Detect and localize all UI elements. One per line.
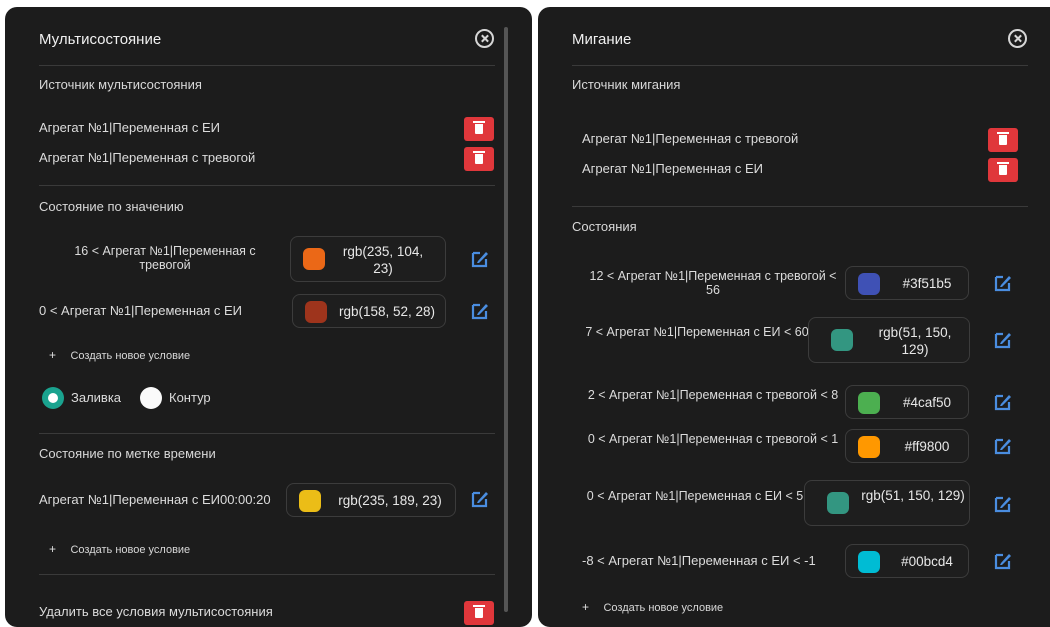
state-label: 0 < Агрегат №1|Переменная с тревогой < 1 bbox=[587, 432, 839, 446]
plus-icon: + bbox=[49, 542, 57, 556]
color-picker[interactable]: #3f51b5 bbox=[845, 266, 969, 300]
color-swatch bbox=[858, 273, 880, 295]
edit-icon[interactable] bbox=[993, 551, 1013, 571]
fill-label: Заливка bbox=[71, 390, 122, 405]
edit-icon[interactable] bbox=[993, 330, 1013, 350]
plus-icon: + bbox=[49, 348, 57, 362]
condition-label: 16 < Агрегат №1|Переменная с тревогой bbox=[74, 244, 256, 272]
color-swatch bbox=[827, 492, 849, 514]
edit-icon[interactable] bbox=[993, 273, 1013, 293]
color-picker[interactable]: rgb(158, 52, 28) bbox=[292, 294, 446, 328]
add-condition-label: Создать новое условие bbox=[70, 544, 191, 556]
color-value: rgb(51, 150, 129) bbox=[861, 488, 965, 503]
delete-source-button[interactable] bbox=[988, 128, 1018, 152]
color-value: #3f51b5 bbox=[902, 276, 952, 291]
section-title-by-value: Состояние по значению bbox=[39, 199, 184, 214]
delete-all-button[interactable] bbox=[464, 601, 494, 625]
state-label: 12 < Агрегат №1|Переменная с тревогой < … bbox=[589, 269, 837, 297]
color-value: #ff9800 bbox=[904, 439, 950, 454]
trash-icon bbox=[997, 132, 1009, 145]
trash-icon bbox=[473, 605, 485, 618]
color-picker[interactable]: rgb(51, 150, 129) bbox=[808, 317, 970, 363]
plus-icon: + bbox=[582, 600, 590, 614]
color-picker[interactable]: #ff9800 bbox=[845, 429, 969, 463]
color-picker[interactable]: rgb(235, 104, 23) bbox=[290, 236, 446, 282]
edit-icon[interactable] bbox=[993, 392, 1013, 412]
fill-radio[interactable] bbox=[42, 387, 64, 409]
add-condition-button[interactable]: + Создать новое условие bbox=[49, 346, 190, 364]
state-label: 2 < Агрегат №1|Переменная с тревогой < 8 bbox=[587, 388, 839, 402]
color-value: rgb(235, 189, 23) bbox=[338, 493, 442, 508]
color-swatch bbox=[858, 392, 880, 414]
panel-title: Мигание bbox=[572, 31, 632, 48]
color-swatch bbox=[305, 301, 327, 323]
state-label: 0 < Агрегат №1|Переменная с ЕИ < 5 bbox=[586, 489, 804, 503]
trash-icon bbox=[473, 151, 485, 164]
outline-radio[interactable] bbox=[140, 387, 162, 409]
divider bbox=[39, 65, 495, 66]
color-picker[interactable]: rgb(51, 150, 129) bbox=[804, 480, 970, 526]
source-item: Агрегат №1|Переменная с тревогой bbox=[39, 150, 256, 165]
color-swatch bbox=[858, 436, 880, 458]
close-icon[interactable] bbox=[1008, 29, 1027, 48]
color-swatch bbox=[303, 248, 325, 270]
color-value: rgb(51, 150, 129) bbox=[878, 325, 952, 357]
add-condition-button[interactable]: + Создать новое условие bbox=[49, 540, 190, 558]
add-condition-button[interactable]: + Создать новое условие bbox=[582, 598, 723, 616]
blink-panel: Мигание Источник мигания Агрегат №1|Пере… bbox=[538, 7, 1050, 627]
panel-title: Мультисостояние bbox=[39, 31, 162, 48]
delete-source-button[interactable] bbox=[988, 158, 1018, 182]
delete-all-label: Удалить все условия мультисостояния bbox=[39, 604, 273, 619]
close-icon[interactable] bbox=[475, 29, 494, 48]
edit-icon[interactable] bbox=[993, 494, 1013, 514]
color-picker[interactable]: #4caf50 bbox=[845, 385, 969, 419]
delete-source-button[interactable] bbox=[464, 147, 494, 171]
color-value: #00bcd4 bbox=[901, 554, 953, 569]
source-item: Агрегат №1|Переменная с ЕИ bbox=[39, 120, 220, 135]
color-value: rgb(235, 104, 23) bbox=[342, 244, 424, 276]
scrollbar[interactable] bbox=[504, 27, 508, 612]
edit-icon[interactable] bbox=[993, 436, 1013, 456]
color-picker[interactable]: rgb(235, 189, 23) bbox=[286, 483, 456, 517]
section-title-source: Источник мультисостояния bbox=[39, 77, 202, 92]
divider bbox=[572, 206, 1028, 207]
add-condition-label: Создать новое условие bbox=[70, 350, 191, 362]
add-condition-label: Создать новое условие bbox=[603, 602, 724, 614]
condition-label: 0 < Агрегат №1|Переменная с ЕИ bbox=[39, 303, 243, 318]
color-value: #4caf50 bbox=[902, 395, 952, 410]
source-item: Агрегат №1|Переменная с тревогой bbox=[582, 131, 799, 146]
edit-icon[interactable] bbox=[470, 249, 490, 269]
section-title-by-time: Состояние по метке времени bbox=[39, 446, 216, 461]
color-swatch bbox=[858, 551, 880, 573]
edit-icon[interactable] bbox=[470, 489, 490, 509]
color-swatch bbox=[299, 490, 321, 512]
state-label: 7 < Агрегат №1|Переменная с ЕИ < 60 bbox=[585, 325, 809, 339]
trash-icon bbox=[997, 162, 1009, 175]
outline-label: Контур bbox=[169, 390, 211, 405]
delete-source-button[interactable] bbox=[464, 117, 494, 141]
multistate-panel: Мультисостояние Источник мультисостояния… bbox=[5, 7, 532, 627]
color-swatch bbox=[831, 329, 853, 351]
section-title-states: Состояния bbox=[572, 219, 637, 234]
edit-icon[interactable] bbox=[470, 301, 490, 321]
source-item: Агрегат №1|Переменная с ЕИ bbox=[582, 161, 763, 176]
color-picker[interactable]: #00bcd4 bbox=[845, 544, 969, 578]
section-title-source: Источник мигания bbox=[572, 77, 681, 92]
color-value: rgb(158, 52, 28) bbox=[338, 304, 436, 319]
state-label: -8 < Агрегат №1|Переменная с ЕИ < -1 bbox=[582, 553, 816, 568]
trash-icon bbox=[473, 121, 485, 134]
divider bbox=[39, 185, 495, 186]
divider bbox=[572, 65, 1028, 66]
divider bbox=[39, 574, 495, 575]
divider bbox=[39, 433, 495, 434]
condition-label: Агрегат №1|Переменная с ЕИ00:00:20 bbox=[39, 492, 271, 507]
